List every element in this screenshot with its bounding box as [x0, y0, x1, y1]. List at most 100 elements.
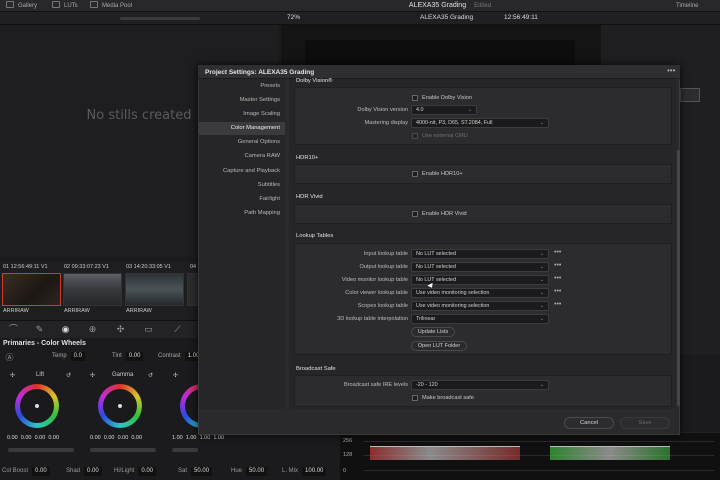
col-boost-control[interactable]: Col Boost 0.00 [2, 466, 50, 476]
clip-header: 02 09:33:07:23 V1 [64, 264, 109, 270]
hdr-vivid-panel [294, 204, 672, 224]
external-cmu-checkbox[interactable] [412, 133, 418, 139]
update-lists-button[interactable]: Update Lists [411, 327, 455, 337]
project-title: ALEXA35 Grading Edited [408, 2, 492, 9]
settings-scrollbar[interactable] [677, 150, 680, 406]
hilight-control[interactable]: Hi/Light 0.00 [114, 466, 157, 476]
chevron-down-icon: ⌄ [539, 277, 544, 283]
hue-control[interactable]: Hue 50.00 [231, 466, 268, 476]
color-viewer-lut-more-icon[interactable]: ••• [554, 287, 561, 297]
nav-image-scaling[interactable]: Image Scaling [199, 108, 285, 121]
nav-color-management[interactable]: Color Management [199, 122, 285, 135]
make-broadcast-safe-checkbox[interactable] [412, 395, 418, 401]
enable-hdr10-checkbox[interactable] [412, 171, 418, 177]
wheel-label-lift: ✢ [10, 373, 16, 379]
lift-label: Lift [36, 372, 45, 378]
enable-dolby-label: Enable Dolby Vision [422, 95, 472, 101]
dialog-options-icon[interactable]: ••• [667, 66, 675, 76]
auto-balance-icon[interactable]: Ⓐ [4, 352, 15, 363]
tab-timeline[interactable]: Timeline [676, 1, 698, 11]
output-lut-label: Output lookup table [359, 264, 408, 270]
gamma-values[interactable]: 0.00 0.00 0.00 0.00 [90, 434, 142, 442]
lift-wheel-center[interactable] [35, 404, 39, 408]
wheel-label-gamma: ✢ [90, 373, 96, 379]
zoom-level[interactable]: 72% [287, 14, 300, 21]
primaries-title: Primaries - Color Wheels [3, 340, 86, 347]
open-lut-folder-button[interactable]: Open LUT Folder [411, 341, 467, 351]
chevron-down-icon: ⌄ [539, 290, 544, 296]
scopes-lut-label: Scopes lookup table [357, 303, 408, 309]
chevron-down-icon: ⌄ [539, 264, 544, 270]
lift-values[interactable]: 0.00 0.00 0.00 0.00 [7, 434, 59, 442]
gain-values[interactable]: 1.00 1.00 1.00 1.00 [172, 434, 224, 442]
section-title-dolby: Dolby Vision® [296, 78, 333, 84]
reset-gamma-icon[interactable]: ↺ [148, 372, 153, 379]
hdr-tool-icon[interactable]: ⊕ [87, 324, 98, 335]
scopes-lut-dropdown[interactable]: Use video monitoring selection ⌄ [411, 301, 549, 311]
gallery-zoom-slider[interactable] [120, 17, 200, 20]
lmix-control[interactable]: L. Mix 100.00 [282, 466, 327, 476]
reset-lift-icon[interactable]: ↺ [66, 372, 71, 379]
motion-effects-tool-icon[interactable]: ▭ [143, 324, 154, 335]
dolby-version-dropdown[interactable]: 4.0 ⌄ [411, 105, 477, 115]
clip-name: ALEXA35 Grading [420, 14, 474, 21]
slash-tool-icon[interactable]: ⟋ [172, 324, 183, 335]
qualifier-tool-icon[interactable]: ✎ [34, 324, 45, 335]
mastering-display-label: Mastering display [364, 120, 408, 126]
node[interactable] [680, 88, 700, 102]
scopes-lut-more-icon[interactable]: ••• [554, 300, 561, 310]
temp-control[interactable]: Temp 0.0 [52, 351, 86, 361]
tint-control[interactable]: Tint 0.00 [112, 351, 144, 361]
input-lut-dropdown[interactable]: No LUT selected ⌄ [411, 249, 549, 259]
nav-subtitles[interactable]: Subtitles [199, 179, 285, 192]
enable-hdr10-label: Enable HDR10+ [422, 171, 463, 177]
input-lut-label: Input lookup table [363, 251, 408, 257]
cancel-button[interactable]: Cancel [564, 417, 614, 429]
nav-capture-playback[interactable]: Capture and Playback [199, 165, 285, 178]
nav-path-mapping[interactable]: Path Mapping [199, 207, 285, 220]
wheel-label-gain: ✢ [173, 373, 179, 379]
nav-general-options[interactable]: General Options [199, 136, 285, 149]
output-lut-dropdown[interactable]: No LUT selected ⌄ [411, 262, 549, 272]
nav-master-settings[interactable]: Master Settings [199, 94, 285, 107]
input-lut-more-icon[interactable]: ••• [554, 248, 561, 258]
enable-dolby-checkbox[interactable] [412, 95, 418, 101]
curves-tool-icon[interactable]: ⌒ [8, 324, 19, 335]
mastering-display-dropdown[interactable]: 4000-nit, P3, D65, ST.2084, Full ⌄ [411, 118, 549, 128]
clip-thumbnail[interactable] [125, 273, 184, 306]
section-title-broadcast: Broadcast Safe [296, 366, 336, 372]
chevron-down-icon: ⌄ [539, 120, 544, 126]
section-title-hdr10: HDR10+ [296, 155, 319, 161]
lut-interpolation-dropdown[interactable]: Trilinear ⌄ [411, 314, 549, 324]
output-lut-more-icon[interactable]: ••• [554, 261, 561, 271]
rgb-mixer-tool-icon[interactable]: ✣ [115, 324, 126, 335]
lift-master-slider[interactable] [8, 448, 74, 452]
ire-levels-dropdown[interactable]: -20 - 120 ⌄ [411, 380, 549, 390]
enable-hdr-vivid-checkbox[interactable] [412, 211, 418, 217]
dialog-title: Project Settings: ALEXA35 Grading [205, 69, 315, 76]
nav-fairlight[interactable]: Fairlight [199, 193, 285, 206]
clip-thumbnail[interactable] [2, 273, 61, 306]
nav-presets[interactable]: Presets [199, 80, 285, 93]
clip-codec: ARRIRAW [126, 308, 152, 314]
gamma-wheel-center[interactable] [118, 404, 122, 408]
gamma-master-slider[interactable] [90, 448, 156, 452]
scope-gridline [364, 441, 714, 442]
section-title-hdr-vivid: HDR Vivid [296, 194, 323, 200]
nav-camera-raw[interactable]: Camera RAW [199, 150, 285, 163]
scope-label: 128 [343, 452, 353, 458]
clip-codec: ARRIRAW [3, 308, 29, 314]
gamma-label: Gamma [112, 372, 134, 378]
shad-control[interactable]: Shad 0.00 [66, 466, 102, 476]
clip-thumbnail[interactable] [63, 273, 122, 306]
scope-label: 256 [343, 438, 353, 444]
ire-levels-label: Broadcast safe IRE levels [343, 382, 408, 388]
gain-master-slider[interactable] [172, 448, 198, 452]
luts-panel [294, 243, 672, 355]
save-button[interactable]: Save [620, 417, 670, 429]
color-wheels-tool-icon[interactable]: ◉ [60, 324, 71, 335]
video-monitor-lut-more-icon[interactable]: ••• [554, 274, 561, 284]
color-viewer-lut-dropdown[interactable]: Use video monitoring selection ⌄ [411, 288, 549, 298]
scope-gridline [364, 470, 714, 471]
sat-control[interactable]: Sat 50.00 [178, 466, 213, 476]
